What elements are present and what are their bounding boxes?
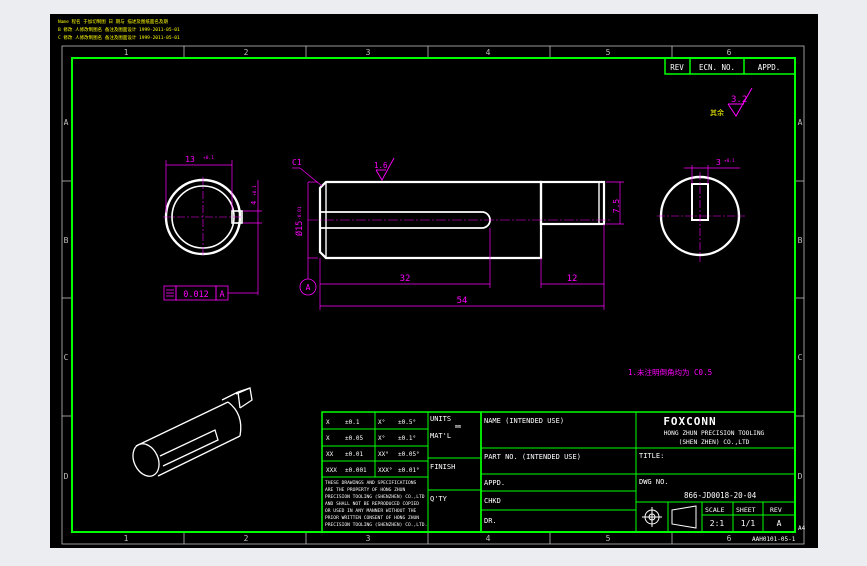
- approved-label: APPD.: [484, 479, 505, 487]
- scale-label: SCALE: [705, 506, 725, 514]
- drawn-label: DR.: [484, 517, 497, 525]
- col-label-6-bottom: 6: [727, 534, 732, 543]
- row-label-a: A: [64, 118, 69, 127]
- rev-header: REV: [670, 63, 684, 72]
- finish-label: FINISH: [430, 463, 455, 471]
- roughness-value: 3.2: [731, 95, 747, 105]
- tol-row2-ang: X°: [378, 435, 385, 442]
- dim-54: 54: [457, 296, 468, 306]
- form-size: A4: [798, 525, 806, 532]
- tol-row1-ang: X°: [378, 419, 385, 426]
- company-name-line-2: (SHEN ZHEN) CO.,LTD: [679, 439, 750, 446]
- ecn-header: ECN. NO.: [699, 63, 735, 72]
- dim-13: 13: [185, 155, 195, 164]
- dim-3-tolerance: +0.1: [724, 158, 735, 164]
- dim-3: 3: [716, 158, 721, 167]
- dim-12: 12: [567, 274, 578, 284]
- row-label-c-right: C: [798, 353, 803, 362]
- dim-7-5: 7.5: [612, 199, 621, 214]
- col-label-3: 3: [366, 48, 371, 57]
- roughness-other-label: 其余: [710, 108, 724, 117]
- technical-note: 1.未注明倒角均为 C0.5: [628, 367, 712, 377]
- row-label-b-right: B: [798, 236, 803, 245]
- material-label: MAT'L: [430, 432, 451, 440]
- gtol-datum: A: [219, 290, 224, 300]
- notice-line-1: THESE DRAWINGS AND SPECIFICATIONS: [325, 480, 417, 486]
- col-label-2: 2: [244, 48, 249, 57]
- col-label-3-bottom: 3: [366, 534, 371, 543]
- col-label-2-bottom: 2: [244, 534, 249, 543]
- scale-value: 2:1: [710, 519, 725, 528]
- rev-value: A: [777, 519, 782, 528]
- tol-row3-lin: XX: [326, 451, 334, 458]
- tol-row1-lin-value: ±0.1: [345, 419, 360, 426]
- tol-row3-ang: XX°: [378, 451, 389, 458]
- dim-13-tolerance: +0.1: [203, 155, 214, 161]
- part-no-label: PART NO. (INTENDED USE): [484, 453, 581, 461]
- notice-line-7: PRECISION TOOLING (SHENZHEN) CO.,LTD.: [325, 522, 427, 528]
- tol-row3-lin-value: ±0.01: [345, 451, 363, 458]
- title-label: TITLE:: [639, 452, 664, 460]
- drawing-number-label: DWG NO.: [639, 478, 669, 486]
- tol-row1-lin: X: [326, 419, 330, 426]
- gtol-value: 0.012: [183, 290, 209, 300]
- row-label-c: C: [64, 353, 69, 362]
- checked-label: CHKD: [484, 497, 501, 505]
- notice-line-3: PRECISION TOOLING (SHENZHEN) CO.,LTD: [325, 494, 425, 500]
- notice-line-4: AND SHALL NOT BE REPRODUCED COPIED: [325, 501, 419, 507]
- tol-row4-lin-value: ±0.001: [345, 467, 367, 474]
- units-value: mm: [455, 424, 461, 430]
- appd-header: APPD.: [758, 63, 781, 72]
- col-label-4: 4: [486, 48, 491, 57]
- tol-row2-lin-value: ±0.05: [345, 435, 363, 442]
- col-label-4-bottom: 4: [486, 534, 491, 543]
- datum-a-label: A: [306, 283, 311, 292]
- tol-row1-ang-value: ±0.5°: [398, 419, 416, 426]
- notice-line-5: OR USED IN ANY MANNER WITHOUT THE: [325, 508, 417, 514]
- company-logo: FOXCONN: [663, 415, 716, 428]
- form-code: AAH0101-05-1: [752, 536, 796, 543]
- header-notes: Name 程名 于加切制图 日 期与 描述及图纸面名及期 B 修改 人修改制图名…: [58, 18, 180, 41]
- quantity-label: Q'TY: [430, 495, 448, 503]
- dim-4-tolerance: +0.1: [252, 185, 258, 196]
- tol-row4-ang-value: ±0.01°: [398, 467, 420, 474]
- dim-32: 32: [400, 274, 411, 284]
- col-label-1: 1: [124, 48, 129, 57]
- col-label-5: 5: [606, 48, 611, 57]
- sheet-label: SHEET: [736, 506, 756, 514]
- col-label-6: 6: [727, 48, 732, 57]
- header-note-2: B 修改 人修改制图名 备注及图面设计 1999-2011-05-01: [58, 26, 180, 33]
- name-label: NAME (INTENDED USE): [484, 417, 564, 425]
- sheet-value: 1/1: [741, 519, 756, 528]
- col-label-5-bottom: 5: [606, 534, 611, 543]
- tol-row3-ang-value: ±0.05°: [398, 451, 420, 458]
- dim-c1: C1: [292, 158, 302, 167]
- tol-row4-ang: XXX°: [378, 467, 392, 474]
- roughness-1-6: 1.6: [374, 161, 388, 170]
- tol-row4-lin: XXX: [326, 467, 337, 474]
- row-label-d-right: D: [798, 472, 803, 481]
- tol-row2-lin: X: [326, 435, 330, 442]
- col-label-1-bottom: 1: [124, 534, 129, 543]
- notice-line-6: PRIOR WRITTEN CONSENT OF HONG ZHUN: [325, 515, 419, 521]
- dim-dia-15-tolerance: -0.01: [297, 206, 303, 220]
- drawing-number: 866-JD0018-20-04: [684, 491, 757, 500]
- cad-viewport[interactable]: Name 程名 于加切制图 日 期与 描述及图纸面名及期 B 修改 人修改制图名…: [0, 0, 867, 562]
- dim-4: 4: [250, 201, 258, 205]
- units-label: UNITS: [430, 415, 451, 423]
- header-note-3: C 修改 人修改制图名 备注及图面设计 1999-2011-05-01: [58, 34, 180, 41]
- row-label-d: D: [64, 472, 69, 481]
- company-name-line-1: HONG ZHUN PRECISION TOOLING: [664, 430, 765, 437]
- notice-line-2: ARE THE PROPERTY OF HONG ZHUN: [325, 487, 405, 493]
- rev-label: REV: [770, 506, 782, 514]
- dim-dia-15: Ø15: [294, 221, 305, 236]
- header-note-1: Name 程名 于加切制图 日 期与 描述及图纸面名及期: [58, 18, 168, 25]
- tol-row2-ang-value: ±0.1°: [398, 435, 416, 442]
- row-label-a-right: A: [798, 118, 803, 127]
- row-label-b: B: [64, 236, 69, 245]
